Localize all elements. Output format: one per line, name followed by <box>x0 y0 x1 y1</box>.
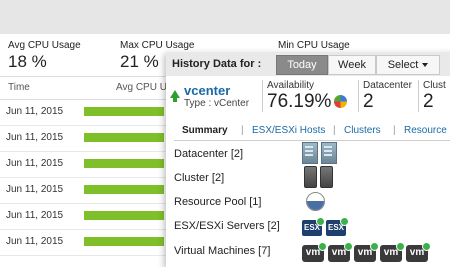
cluster-icon <box>304 166 336 193</box>
column-header-time[interactable]: Time <box>8 82 30 93</box>
metric-value: 2 <box>423 91 434 112</box>
select-label: Select <box>387 59 419 71</box>
row-date: Jun 11, 2015 <box>6 132 64 143</box>
vm-icon: vm <box>354 242 379 262</box>
metric-value: 76.19% <box>267 91 332 112</box>
metric-value: 2 <box>363 91 374 112</box>
status-dot <box>396 242 405 251</box>
esx-server-icon: ESX ESX <box>302 217 350 236</box>
cpu-usage-bar <box>84 185 164 194</box>
stat-label: Min CPU Usage <box>278 40 350 51</box>
metric-label: Availability <box>267 80 315 91</box>
datacenter-icon <box>302 142 340 169</box>
inventory-vm-label[interactable]: Virtual Machines [7] <box>174 245 270 257</box>
stat-avg-cpu: Avg CPU Usage 18 % <box>8 40 81 72</box>
subtab-summary[interactable]: Summary <box>182 125 228 136</box>
inventory-cluster-label[interactable]: Cluster [2] <box>174 172 224 184</box>
vm-icon: vm <box>406 242 431 262</box>
status-dot <box>340 217 349 226</box>
datacenter-icon <box>302 142 318 164</box>
inventory-esx-label[interactable]: ESX/ESXi Servers [2] <box>174 220 280 232</box>
stat-label: Max CPU Usage <box>120 40 195 51</box>
entity-name[interactable]: vcenter <box>184 83 230 98</box>
arrow-up-icon <box>170 90 180 102</box>
status-dot <box>318 242 327 251</box>
vm-icon: vm <box>380 242 405 262</box>
metric-cluster: Clust 2 <box>418 80 450 112</box>
cpu-usage-bar <box>84 237 164 246</box>
metric-label: Clust <box>423 80 446 91</box>
cpu-usage-bar <box>84 211 164 220</box>
subtab-resource[interactable]: Resource <box>404 125 447 136</box>
status-dot <box>316 217 325 226</box>
metric-datacenter: Datacenter 2 <box>358 80 419 112</box>
availability-pie-icon <box>334 95 348 109</box>
vm-icon-group: vm vm vm vm vm <box>302 242 432 262</box>
cluster-icon <box>304 166 317 188</box>
cpu-usage-bar <box>84 159 164 168</box>
status-dot <box>370 242 379 251</box>
vm-icon: vm <box>328 242 353 262</box>
inventory-resource-pool-label[interactable]: Resource Pool [1] <box>174 196 261 208</box>
subtab-bar: Summary | ESX/ESXi Hosts | Clusters | Re… <box>174 122 450 141</box>
subtab-esx-hosts[interactable]: ESX/ESXi Hosts <box>252 125 325 136</box>
resource-pool-icon <box>306 192 325 216</box>
row-date: Jun 11, 2015 <box>6 106 64 117</box>
subtab-separator: | <box>241 125 244 136</box>
cpu-usage-bar <box>84 133 164 142</box>
entity-type: Type : vCenter <box>184 98 250 109</box>
inventory-datacenter-label[interactable]: Datacenter [2] <box>174 148 243 160</box>
subtab-clusters[interactable]: Clusters <box>344 125 381 136</box>
subtab-separator: | <box>333 125 336 136</box>
select-dropdown[interactable]: Select <box>376 55 440 75</box>
history-popup: History Data for : Today Week Select vce… <box>166 52 450 267</box>
chevron-down-icon <box>422 63 429 68</box>
subtab-separator: | <box>393 125 396 136</box>
stat-value: 18 % <box>8 52 47 71</box>
cpu-usage-bar <box>84 107 164 116</box>
status-dot <box>422 242 431 251</box>
row-date: Jun 11, 2015 <box>6 210 64 221</box>
row-date: Jun 11, 2015 <box>6 236 64 247</box>
esx-server-icon: ESX <box>326 217 349 236</box>
popup-title: History Data for : <box>172 58 262 70</box>
stat-label: Avg CPU Usage <box>8 40 81 51</box>
vm-icon: vm <box>302 242 327 262</box>
esx-server-icon: ESX <box>302 217 325 236</box>
popup-title-bar: History Data for : Today Week Select <box>166 52 450 76</box>
top-toolbar <box>0 0 450 34</box>
row-date: Jun 11, 2015 <box>6 184 64 195</box>
status-dot <box>344 242 353 251</box>
stat-min-cpu: Min CPU Usage <box>278 40 350 52</box>
cluster-icon <box>320 166 333 188</box>
metric-availability: Availability 76.19% <box>262 80 359 112</box>
datacenter-icon <box>321 142 337 164</box>
tab-today[interactable]: Today <box>276 55 328 75</box>
row-date: Jun 11, 2015 <box>6 158 64 169</box>
metric-label: Datacenter <box>363 80 412 91</box>
resource-pool-icon <box>306 192 325 211</box>
tab-week[interactable]: Week <box>328 55 376 75</box>
